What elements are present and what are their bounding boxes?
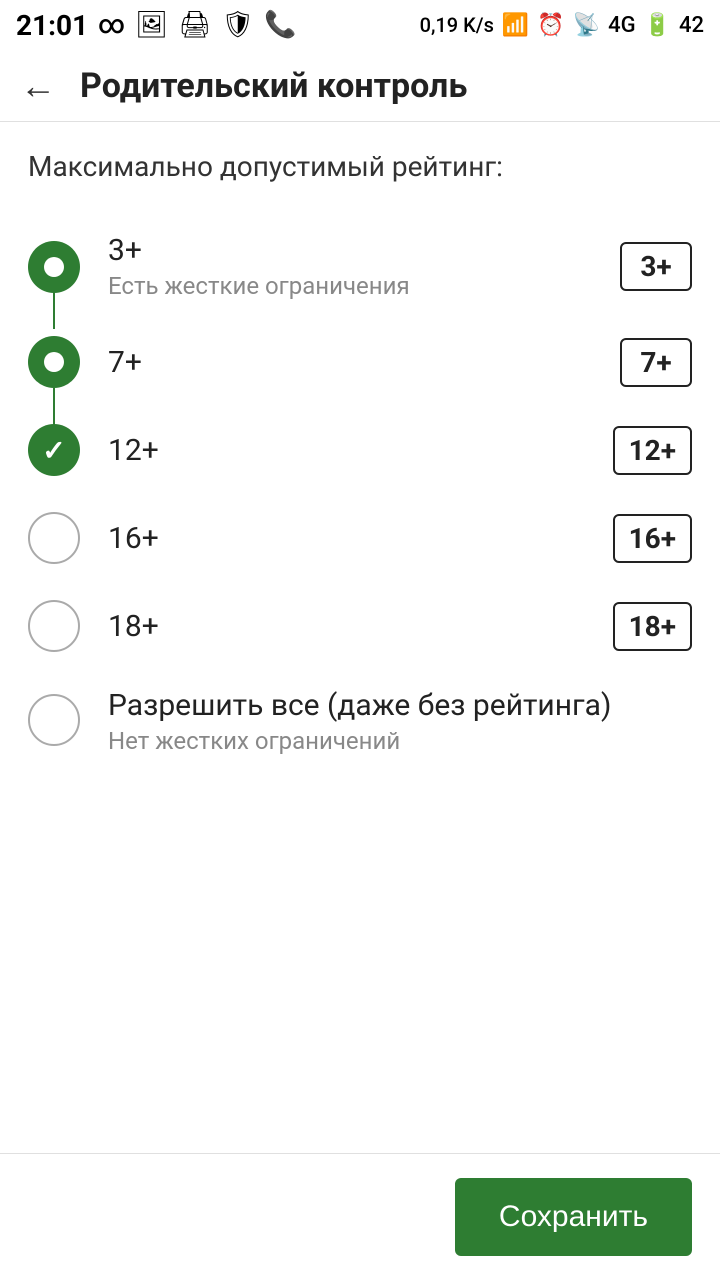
option-label-16plus: 16+ [108, 521, 159, 556]
option-text-16plus: 16+ [108, 521, 159, 556]
network-speed: 0,19 K/s [420, 13, 494, 37]
radio-all [28, 694, 80, 746]
save-area: Сохранить [0, 1154, 720, 1280]
section-label: Максимально допустимый рейтинг: [28, 150, 692, 183]
mobile-data-icon: 4G [608, 13, 636, 38]
option-label-3plus: 3+ [108, 233, 410, 268]
list-item[interactable]: ✓ 12+ 12+ [28, 406, 692, 494]
badge-12plus: 12+ [613, 426, 692, 475]
status-right: 0,19 K/s 📶 ⏰ 📡 4G 🔋 42 [420, 13, 704, 38]
list-item[interactable]: 18+ 18+ [28, 582, 692, 670]
viber-icon: 📞 [264, 10, 296, 40]
status-left: 21:01 ∞ 🖼 🖨 🛡 📞 [16, 9, 297, 42]
alarm-icon: ⏰ [537, 13, 564, 38]
badge-18plus: 18+ [613, 602, 692, 651]
back-arrow-icon: ← [20, 65, 56, 107]
option-text-18plus: 18+ [108, 609, 159, 644]
option-left-12plus: ✓ 12+ [28, 424, 159, 476]
battery-level: 42 [679, 13, 704, 38]
option-sublabel-all: Нет жестких ограничений [108, 727, 611, 755]
radio-7plus [28, 336, 80, 388]
option-label-18plus: 18+ [108, 609, 159, 644]
radio-16plus [28, 512, 80, 564]
badge-16plus: 16+ [613, 514, 692, 563]
list-item[interactable]: 7+ 7+ [28, 318, 692, 406]
option-label-all: Разрешить все (даже без рейтинга) [108, 688, 611, 723]
status-time: 21:01 [16, 9, 88, 42]
save-button[interactable]: Сохранить [455, 1178, 692, 1256]
option-left-7plus: 7+ [28, 336, 142, 388]
battery-icon: 🔋 [644, 13, 671, 38]
back-button[interactable]: ← [20, 65, 56, 107]
signal-icon: 📶 [502, 13, 529, 38]
shield-icon: 🛡 [221, 10, 254, 40]
wifi-icon: 📡 [573, 13, 600, 38]
image-icon: 🖼 [135, 10, 168, 40]
infinity-icon: ∞ [98, 10, 125, 40]
badge-3plus: 3+ [620, 242, 692, 291]
list-item[interactable]: 3+ Есть жесткие ограничения 3+ [28, 215, 692, 318]
option-left-16plus: 16+ [28, 512, 159, 564]
options-list: 3+ Есть жесткие ограничения 3+ 7+ 7+ [28, 215, 692, 773]
option-text-12plus: 12+ [108, 433, 159, 468]
main-content: Максимально допустимый рейтинг: 3+ Есть … [0, 122, 720, 1129]
option-left-18plus: 18+ [28, 600, 159, 652]
status-bar: 21:01 ∞ 🖼 🖨 🛡 📞 0,19 K/s 📶 ⏰ 📡 4G 🔋 42 [0, 0, 720, 50]
option-text-3plus: 3+ Есть жесткие ограничения [108, 233, 410, 300]
option-sublabel-3plus: Есть жесткие ограничения [108, 272, 410, 300]
radio-18plus [28, 600, 80, 652]
app-bar: ← Родительский контроль [0, 50, 720, 122]
option-left-3plus: 3+ Есть жесткие ограничения [28, 233, 410, 300]
badge-7plus: 7+ [620, 338, 692, 387]
list-item[interactable]: Разрешить все (даже без рейтинга) Нет же… [28, 670, 692, 773]
list-item[interactable]: 16+ 16+ [28, 494, 692, 582]
option-text-7plus: 7+ [108, 345, 142, 380]
radio-12plus: ✓ [28, 424, 80, 476]
option-text-all: Разрешить все (даже без рейтинга) Нет же… [108, 688, 611, 755]
printer-icon: 🖨 [178, 10, 211, 40]
option-label-12plus: 12+ [108, 433, 159, 468]
app-bar-title: Родительский контроль [80, 66, 467, 106]
option-left-all: Разрешить все (даже без рейтинга) Нет же… [28, 688, 611, 755]
checkmark-icon: ✓ [42, 434, 65, 467]
option-label-7plus: 7+ [108, 345, 142, 380]
